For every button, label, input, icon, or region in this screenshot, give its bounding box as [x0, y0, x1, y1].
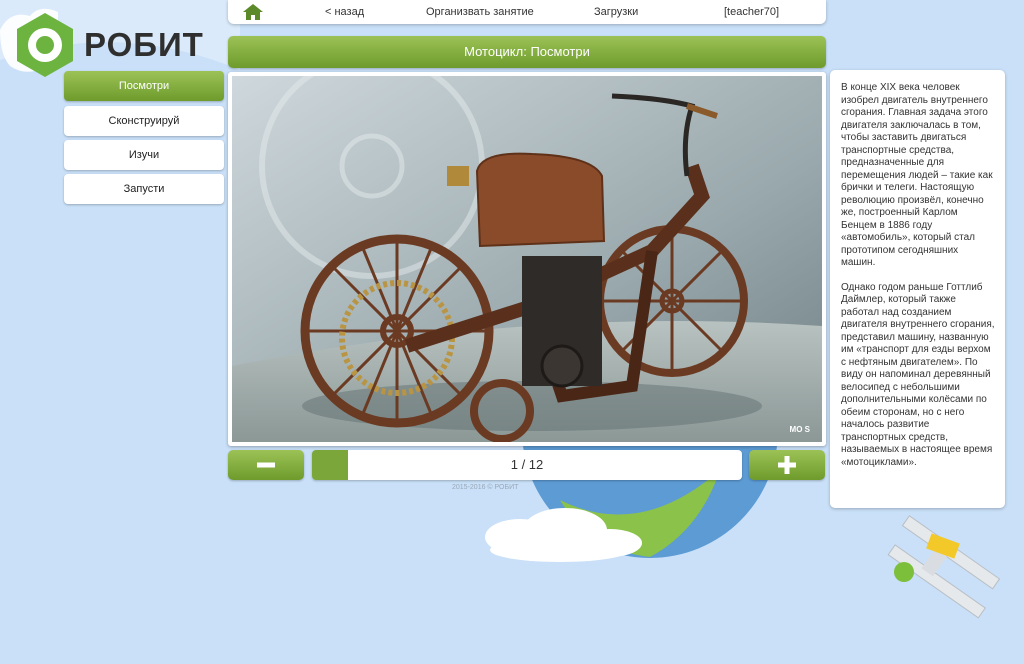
description-paragraph: Однако годом раньше Готтлиб Даймлер, кот…	[841, 281, 995, 468]
home-icon[interactable]	[242, 3, 264, 21]
description-panel: В конце XIX века человек изобрел двигате…	[830, 70, 1005, 508]
sidebar-item-study[interactable]: Изучи	[64, 140, 224, 170]
footer-copyright: 2015-2016 © РОБИТ	[452, 484, 519, 491]
next-slide-button[interactable]	[749, 450, 825, 480]
sidebar-item-label: Посмотри	[118, 80, 170, 92]
description-paragraph: В конце XIX века человек изобрел двигате…	[841, 82, 993, 268]
previous-slide-button[interactable]	[228, 450, 304, 480]
minus-icon	[257, 462, 275, 468]
logo-text: РОБИТ	[84, 26, 204, 63]
slide-progress-bar: 1 / 12	[312, 450, 742, 480]
plus-icon	[778, 456, 796, 474]
sidebar-item-look[interactable]: Посмотри	[64, 71, 224, 101]
downloads-link[interactable]: Загрузки	[594, 6, 638, 18]
sidebar-item-label: Изучи	[128, 149, 160, 161]
image-watermark: MO S	[789, 425, 810, 434]
toy-plane-decoration	[887, 515, 1001, 619]
organize-lesson-link[interactable]: Организвать занятие	[426, 6, 534, 18]
sidebar-item-label: Запусти	[123, 183, 165, 195]
back-link[interactable]: < назад	[325, 6, 364, 18]
slide-image-frame: MO S	[228, 72, 826, 446]
sidebar-item-label: Сконструируй	[108, 115, 180, 127]
motorcycle-photo	[232, 76, 822, 442]
sidebar-item-construct[interactable]: Сконструируй	[64, 106, 224, 136]
sidebar-item-launch[interactable]: Запусти	[64, 174, 224, 204]
page-title: Мотоцикл: Посмотри	[228, 36, 826, 68]
slide-counter: 1 / 12	[510, 457, 544, 472]
top-navigation: < назад Организвать занятие Загрузки [te…	[228, 0, 826, 24]
user-account-link[interactable]: [teacher70]	[724, 6, 779, 18]
